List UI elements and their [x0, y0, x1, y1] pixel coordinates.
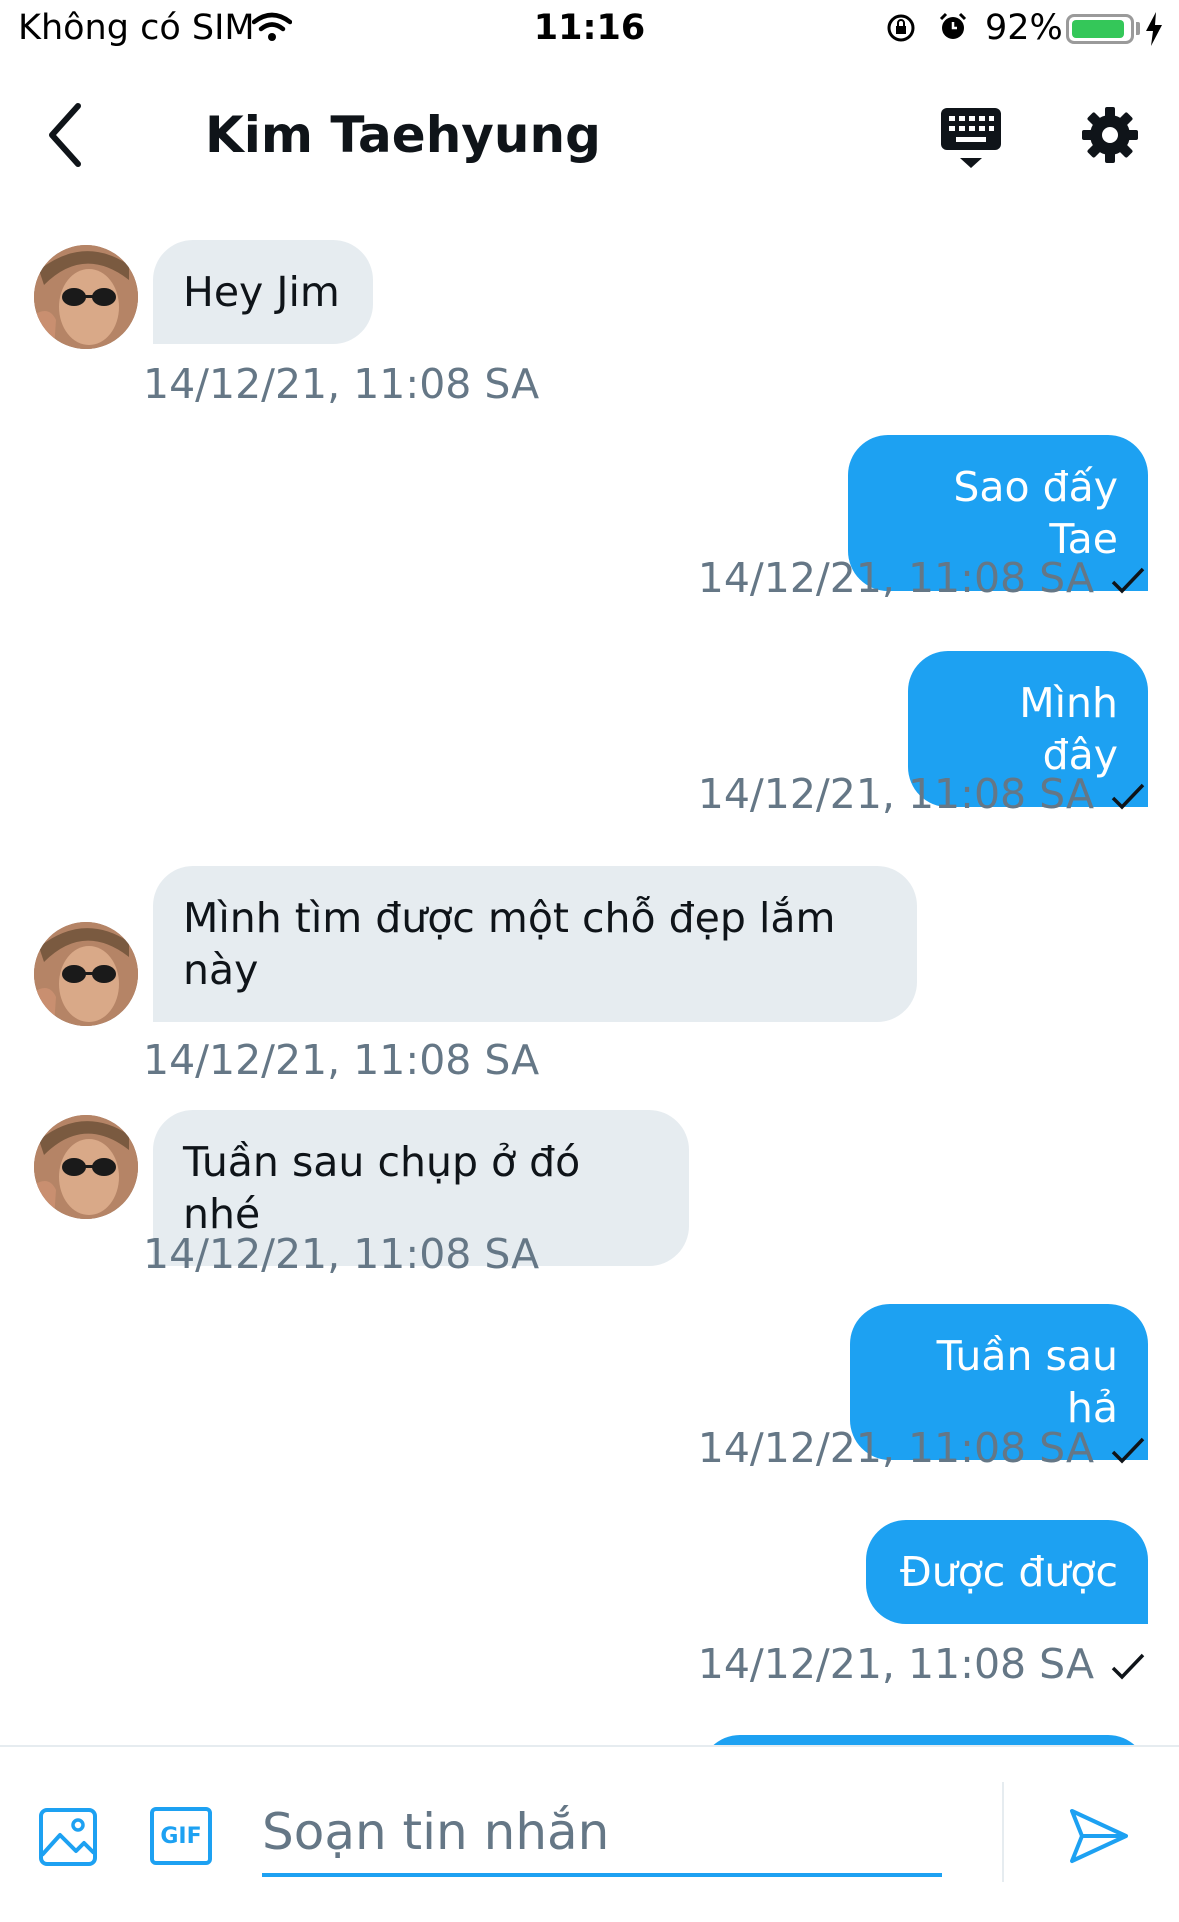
- sent-check-icon: [1111, 1437, 1145, 1464]
- battery-fill: [1072, 20, 1124, 38]
- chat-header: Kim Taehyung: [0, 60, 1179, 210]
- message-timestamp: 14/12/21, 11:08 SA: [697, 554, 1094, 602]
- alarm-icon: [939, 12, 967, 39]
- message-timestamp: 14/12/21, 11:08 SA: [697, 1640, 1094, 1688]
- image-icon[interactable]: [38, 1807, 98, 1867]
- gif-label: GIF: [160, 1823, 202, 1849]
- message-text: Mình tìm được một chỗ đẹp lắm này: [183, 894, 836, 994]
- gif-button[interactable]: GIF: [150, 1807, 212, 1865]
- avatar-image: [34, 245, 138, 349]
- charging-bolt-icon: [1146, 12, 1162, 46]
- message-text: Tuần sau hả: [936, 1332, 1118, 1432]
- back-button[interactable]: [40, 100, 90, 170]
- message-text: Sao đấy Tae: [953, 463, 1118, 563]
- sent-check-icon: [1111, 1653, 1145, 1680]
- message-text: Mình đây: [1019, 679, 1118, 779]
- message-text: Tuần sau chụp ở đó nhé: [183, 1138, 581, 1238]
- message-bubble-outgoing[interactable]: Được được: [866, 1520, 1148, 1624]
- battery-icon: [1066, 14, 1134, 44]
- conversation-title: Kim Taehyung: [205, 106, 601, 164]
- message-composer: GIF: [0, 1745, 1179, 1922]
- avatar-image: [34, 1115, 138, 1219]
- composer-divider: [1002, 1782, 1004, 1882]
- message-bubble-incoming[interactable]: Mình tìm được một chỗ đẹp lắm này: [153, 866, 917, 1022]
- message-timestamp: 14/12/21, 11:08 SA: [697, 1424, 1094, 1472]
- sent-check-icon: [1111, 567, 1145, 594]
- message-bubble-incoming[interactable]: Hey Jim: [153, 240, 373, 344]
- orientation-lock-icon: [887, 14, 915, 42]
- send-icon[interactable]: [1068, 1805, 1130, 1867]
- avatar-image: [34, 922, 138, 1026]
- message-input[interactable]: [262, 1797, 942, 1877]
- battery-percent: 92%: [985, 8, 1063, 48]
- message-list[interactable]: Hey Jim 14/12/21, 11:08 SA Sao đấy Tae 1…: [0, 210, 1179, 1745]
- keyboard-icon[interactable]: [940, 106, 1002, 172]
- message-timestamp: 14/12/21, 11:08 SA: [143, 1230, 540, 1278]
- contact-avatar[interactable]: [34, 922, 138, 1026]
- message-timestamp: 14/12/21, 11:08 SA: [143, 1036, 540, 1084]
- sent-check-icon: [1111, 783, 1145, 810]
- message-bubble-outgoing-partial[interactable]: [700, 1735, 1148, 1745]
- contact-avatar[interactable]: [34, 1115, 138, 1219]
- battery-tip: [1136, 22, 1140, 35]
- contact-avatar[interactable]: [34, 245, 138, 349]
- message-text: Hey Jim: [183, 268, 340, 316]
- message-text: Được được: [899, 1548, 1118, 1596]
- gear-icon[interactable]: [1080, 105, 1140, 165]
- message-timestamp: 14/12/21, 11:08 SA: [697, 770, 1094, 818]
- message-timestamp: 14/12/21, 11:08 SA: [143, 360, 540, 408]
- status-bar: Không có SIM 11:16 92%: [0, 0, 1179, 60]
